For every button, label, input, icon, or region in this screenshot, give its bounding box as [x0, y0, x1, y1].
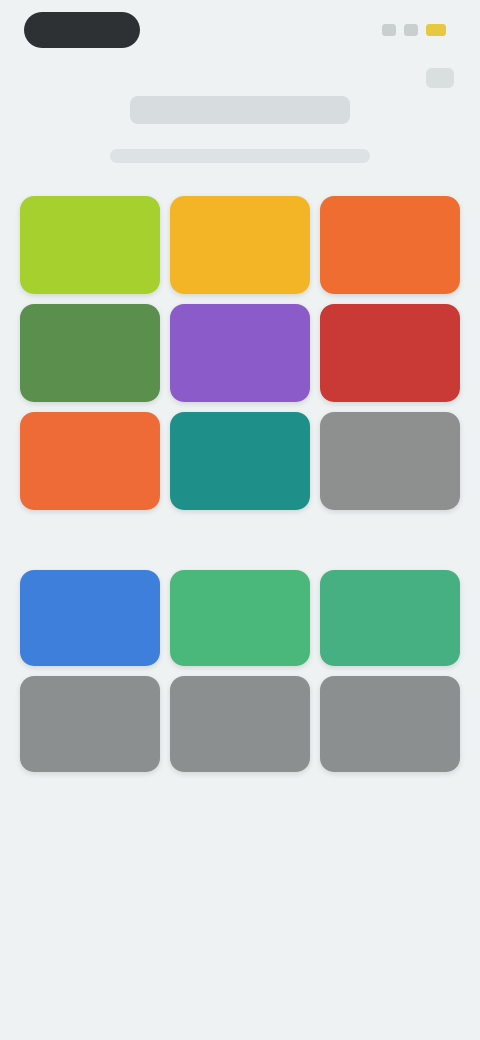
- color-grid-secondary: [20, 570, 460, 772]
- color-tile-2[interactable]: [170, 196, 310, 294]
- signal-icon: [382, 24, 396, 36]
- color-tile-13[interactable]: [20, 676, 160, 772]
- color-tile-6[interactable]: [320, 304, 460, 402]
- color-tile-15[interactable]: [320, 676, 460, 772]
- color-tile-8[interactable]: [170, 412, 310, 510]
- color-tile-11[interactable]: [170, 570, 310, 666]
- color-tile-1[interactable]: [20, 196, 160, 294]
- battery-icon: [426, 24, 446, 36]
- top-right-action-button[interactable]: [426, 68, 454, 88]
- color-tile-9[interactable]: [320, 412, 460, 510]
- color-tile-5[interactable]: [170, 304, 310, 402]
- color-tile-10[interactable]: [20, 570, 160, 666]
- page-title: [130, 96, 350, 124]
- status-time: [24, 12, 140, 48]
- color-tile-14[interactable]: [170, 676, 310, 772]
- status-icons: [382, 24, 446, 36]
- color-grid-primary: [20, 196, 460, 510]
- color-tile-3[interactable]: [320, 196, 460, 294]
- page-subtitle: [110, 149, 370, 163]
- color-tile-7[interactable]: [20, 412, 160, 510]
- color-tile-12[interactable]: [320, 570, 460, 666]
- status-bar: [0, 0, 480, 64]
- wifi-icon: [404, 24, 418, 36]
- header: [0, 96, 480, 163]
- color-tile-4[interactable]: [20, 304, 160, 402]
